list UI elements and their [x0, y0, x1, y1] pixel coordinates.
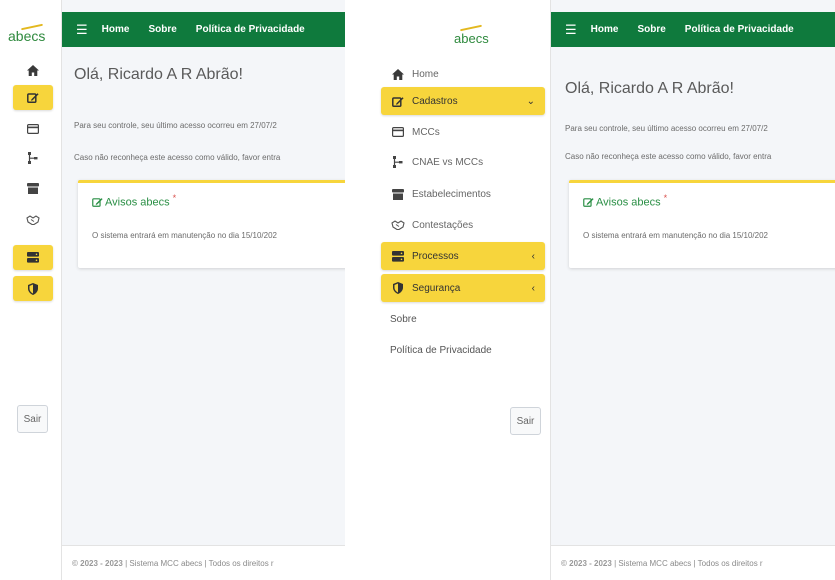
notices-card-title: Avisos abecs *: [583, 193, 667, 209]
sidebar-mini-item-estabelecimentos[interactable]: [13, 176, 53, 201]
sidebar-mini-item-mccs[interactable]: [13, 116, 53, 141]
brand-logo-text: abecs: [454, 31, 489, 46]
home-icon: [391, 68, 405, 80]
sidebar-link-sobre[interactable]: Sobre: [380, 305, 544, 333]
sitemap-icon: [391, 156, 405, 168]
nav-link-home[interactable]: Home: [102, 24, 130, 35]
required-marker: *: [663, 193, 668, 203]
shield-icon: [391, 282, 405, 294]
sidebar-item-cadastros[interactable]: Cadastros ⌄: [381, 87, 545, 115]
sidebar-item-mccs[interactable]: MCCs: [381, 118, 545, 146]
nav-link-home[interactable]: Home: [591, 24, 619, 35]
top-navbar: ☰ Home Sobre Política de Privacidade: [551, 12, 835, 47]
card-icon: [27, 123, 39, 134]
sidebar-item-label: MCCs: [412, 126, 440, 138]
footer-years: © 2023 - 2023: [561, 558, 612, 568]
sidebar-item-seguranca[interactable]: Segurança ‹: [381, 274, 545, 302]
sidebar-item-estabelecimentos[interactable]: Estabelecimentos: [381, 180, 545, 208]
notices-title-text: Avisos abecs: [596, 196, 661, 209]
chevron-down-icon: ⌄: [526, 95, 535, 107]
sidebar-mini-item-processos[interactable]: [13, 245, 53, 270]
card-icon: [391, 127, 405, 137]
sitemap-icon: [28, 151, 38, 164]
sidebar-link-politica[interactable]: Política de Privacidade: [380, 336, 544, 364]
notices-card: Avisos abecs * O sistema entrará em manu…: [78, 180, 345, 268]
handshake-icon: [26, 214, 40, 225]
sidebar-mini-item-cadastros[interactable]: [13, 85, 53, 110]
sidebar-item-label: Home: [412, 68, 439, 80]
sidebar-item-label: Segurança: [412, 282, 461, 294]
menu-toggle-icon[interactable]: ☰: [76, 22, 88, 38]
collapsed-layout-view: abecs Sair ☰ Home Sobre Política de Priv…: [0, 0, 345, 580]
sidebar-mini-item-home[interactable]: [13, 58, 53, 83]
last-access-text: Para seu controle, seu último acesso oco…: [74, 121, 277, 130]
home-icon: [27, 65, 39, 76]
notices-card-title: Avisos abecs *: [92, 193, 176, 209]
footer-separator: |: [125, 558, 128, 568]
server-icon: [391, 250, 405, 262]
sidebar-mini-item-cnae-mccs[interactable]: [13, 145, 53, 170]
nav-link-politica[interactable]: Política de Privacidade: [685, 24, 794, 35]
edit-icon: [92, 197, 103, 207]
brand-logo[interactable]: abecs: [454, 24, 550, 51]
logout-button[interactable]: Sair: [17, 405, 48, 433]
notices-title-text: Avisos abecs: [105, 196, 170, 209]
footer-separator: |: [614, 558, 617, 568]
server-icon: [27, 252, 39, 263]
edit-icon: [583, 197, 594, 207]
brand-logo[interactable]: abecs: [8, 23, 61, 48]
warning-text: Caso não reconheça este acesso como váli…: [565, 152, 772, 161]
sidebar-item-label: CNAE vs MCCs: [412, 156, 484, 168]
store-icon: [391, 188, 405, 200]
handshake-icon: [391, 220, 405, 230]
sidebar-collapsed: abecs Sair: [0, 0, 62, 580]
footer-years: © 2023 - 2023: [72, 558, 123, 568]
sidebar-item-label: Processos: [412, 250, 459, 262]
nav-link-sobre[interactable]: Sobre: [148, 24, 176, 35]
greeting-heading: Olá, Ricardo A R Abrão!: [74, 66, 243, 84]
brand-logo-text: abecs: [8, 28, 46, 44]
sidebar-item-home[interactable]: Home: [381, 60, 545, 88]
chevron-left-icon: ‹: [531, 250, 535, 262]
edit-icon: [391, 96, 405, 107]
sidebar-item-cnae-mccs[interactable]: CNAE vs MCCs: [381, 148, 545, 176]
required-marker: *: [172, 193, 177, 203]
notice-text: O sistema entrará em manutenção no dia 1…: [583, 231, 768, 240]
notice-text: O sistema entrará em manutenção no dia 1…: [92, 231, 277, 240]
footer: © 2023 - 2023 | Sistema MCC abecs | Todo…: [551, 545, 835, 580]
sidebar-item-processos[interactable]: Processos ‹: [381, 242, 545, 270]
chevron-left-icon: ‹: [531, 282, 535, 294]
store-icon: [27, 183, 39, 194]
sidebar-item-label: Cadastros: [412, 95, 458, 107]
sidebar-item-label: Estabelecimentos: [412, 188, 491, 200]
greeting-heading: Olá, Ricardo A R Abrão!: [565, 80, 734, 98]
greeting-text: Olá, Ricardo A R Abrão!: [565, 80, 734, 97]
notices-card: Avisos abecs * O sistema entrará em manu…: [569, 180, 835, 268]
sidebar-expanded: abecs Home Cadastros ⌄ MCCs CNAE vs MCCs…: [375, 0, 551, 580]
sidebar-item-label: Contestações: [412, 219, 474, 231]
sidebar-mini-item-contestacoes[interactable]: [13, 207, 53, 232]
expanded-layout-view: abecs Home Cadastros ⌄ MCCs CNAE vs MCCs…: [375, 0, 835, 580]
sidebar-item-contestacoes[interactable]: Contestações: [381, 211, 545, 239]
logout-button[interactable]: Sair: [510, 407, 541, 435]
edit-icon: [27, 92, 39, 103]
nav-link-sobre[interactable]: Sobre: [637, 24, 665, 35]
footer-text: Sistema MCC abecs | Todos os direitos r: [129, 558, 274, 568]
sidebar-mini-item-seguranca[interactable]: [13, 276, 53, 301]
greeting-text: Olá, Ricardo A R Abrão!: [74, 66, 243, 83]
nav-link-politica[interactable]: Política de Privacidade: [196, 24, 305, 35]
top-navbar: ☰ Home Sobre Política de Privacidade: [62, 12, 345, 47]
shield-icon: [28, 282, 38, 295]
last-access-text: Para seu controle, seu último acesso oco…: [565, 124, 768, 133]
footer: © 2023 - 2023 | Sistema MCC abecs | Todo…: [62, 545, 345, 580]
warning-text: Caso não reconheça este acesso como váli…: [74, 153, 281, 162]
footer-text: Sistema MCC abecs | Todos os direitos r: [618, 558, 763, 568]
menu-toggle-icon[interactable]: ☰: [565, 22, 577, 38]
